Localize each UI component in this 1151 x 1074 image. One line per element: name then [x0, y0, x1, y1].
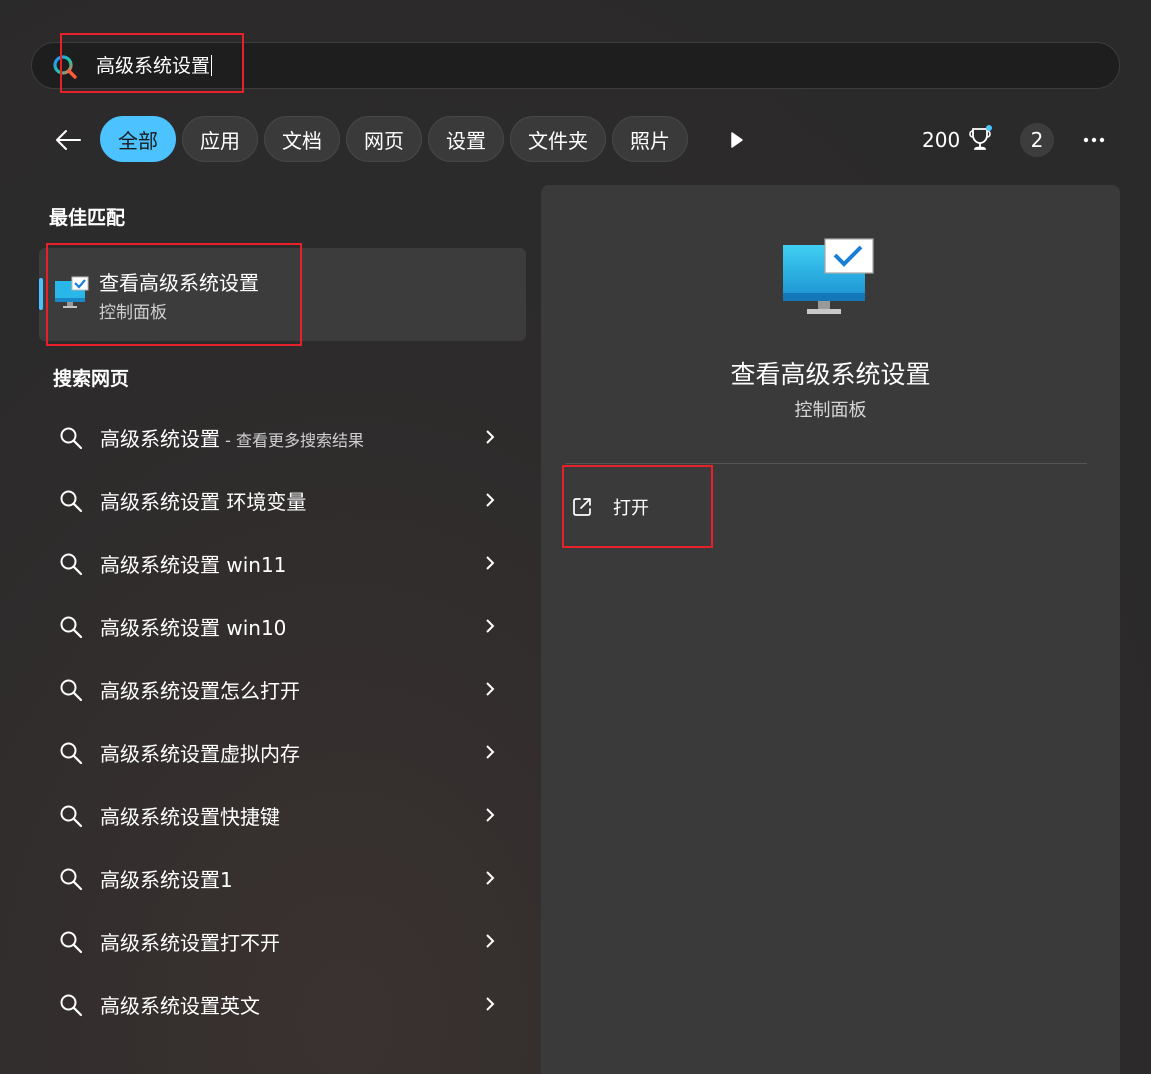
arrow-left-icon	[56, 130, 81, 150]
best-match-heading: 最佳匹配	[49, 207, 126, 229]
more-horizontal-icon	[1083, 137, 1105, 143]
web-result-label: 高级系统设置 环境变量	[100, 486, 306, 515]
notification-count-badge[interactable]: 2	[1020, 123, 1054, 157]
chip-apps[interactable]: 应用	[182, 116, 258, 162]
web-result-item[interactable]: 高级系统设置英文	[39, 973, 526, 1036]
filter-toolbar: 全部 应用 文档 网页 设置 文件夹 照片 200 2	[0, 116, 1151, 164]
web-result-query: 高级系统设置快捷键	[100, 805, 280, 829]
open-label: 打开	[613, 498, 649, 519]
search-icon	[60, 679, 83, 702]
web-result-item[interactable]: 高级系统设置怎么打开	[39, 658, 526, 721]
chip-settings[interactable]: 设置	[428, 116, 504, 162]
selection-indicator	[39, 278, 43, 310]
search-icon	[60, 742, 83, 765]
web-result-label: 高级系统设置 win10	[100, 612, 286, 641]
chevron-right-icon	[486, 556, 495, 570]
web-search-results: 高级系统设置 - 查看更多搜索结果 高级系统设置 环境变量 高级系统设置 win…	[39, 406, 526, 1036]
search-box[interactable]: 高级系统设置	[31, 42, 1120, 89]
web-result-query: 高级系统设置怎么打开	[100, 679, 300, 703]
web-result-query: 高级系统设置打不开	[100, 931, 280, 955]
trophy-icon[interactable]	[967, 124, 995, 154]
chevron-right-icon	[486, 934, 495, 948]
text-caret	[211, 55, 213, 76]
rewards-points: 200	[922, 128, 961, 152]
web-result-label: 高级系统设置怎么打开	[100, 675, 300, 704]
web-result-query: 高级系统设置1	[100, 868, 233, 892]
chevron-right-icon	[486, 745, 495, 759]
more-options-button[interactable]	[1076, 124, 1112, 156]
search-icon	[60, 868, 83, 891]
search-input[interactable]: 高级系统设置	[96, 54, 213, 78]
web-result-item[interactable]: 高级系统设置1	[39, 847, 526, 910]
search-icon	[52, 54, 78, 80]
search-query: 高级系统设置	[96, 55, 211, 77]
search-icon	[60, 994, 83, 1017]
chip-web[interactable]: 网页	[346, 116, 422, 162]
chevron-right-icon	[486, 430, 495, 444]
chevron-right-icon	[486, 808, 495, 822]
web-search-heading: 搜索网页	[53, 368, 130, 390]
chevron-right-icon	[486, 871, 495, 885]
web-result-label: 高级系统设置快捷键	[100, 801, 280, 830]
detail-title: 查看高级系统设置	[730, 360, 931, 389]
web-result-label: 高级系统设置 - 查看更多搜索结果	[100, 423, 364, 452]
best-match-subtitle: 控制面板	[99, 303, 167, 323]
chevron-right-icon	[486, 493, 495, 507]
monitor-checkmark-icon	[54, 276, 90, 310]
web-result-query: 高级系统设置 win11	[100, 553, 287, 577]
web-result-item[interactable]: 高级系统设置 win11	[39, 532, 526, 595]
web-result-query: 高级系统设置 环境变量	[100, 490, 307, 514]
filter-chips: 全部 应用 文档 网页 设置 文件夹 照片	[100, 116, 688, 162]
play-icon	[731, 132, 743, 148]
detail-panel: 查看高级系统设置 控制面板 打开	[541, 185, 1120, 1074]
search-icon	[60, 616, 83, 639]
web-result-label: 高级系统设置虚拟内存	[100, 738, 300, 767]
best-match-item[interactable]: 查看高级系统设置 控制面板	[39, 248, 526, 341]
search-icon	[60, 805, 83, 828]
web-result-query: 高级系统设置	[100, 427, 220, 451]
web-result-suffix: - 查看更多搜索结果	[220, 431, 364, 450]
web-result-item[interactable]: 高级系统设置 环境变量	[39, 469, 526, 532]
divider	[565, 463, 1087, 464]
search-icon	[60, 553, 83, 576]
web-result-query: 高级系统设置英文	[100, 994, 260, 1018]
web-result-item[interactable]: 高级系统设置 - 查看更多搜索结果	[39, 406, 526, 469]
back-button[interactable]	[48, 122, 88, 158]
chip-all[interactable]: 全部	[100, 116, 176, 162]
web-result-query: 高级系统设置 win10	[100, 616, 287, 640]
search-icon	[60, 427, 83, 450]
chip-photos[interactable]: 照片	[612, 116, 688, 162]
web-result-label: 高级系统设置 win11	[100, 549, 286, 578]
open-button[interactable]: 打开	[571, 485, 731, 529]
web-result-query: 高级系统设置虚拟内存	[100, 742, 300, 766]
web-result-item[interactable]: 高级系统设置 win10	[39, 595, 526, 658]
search-icon	[60, 490, 83, 513]
search-icon	[60, 931, 83, 954]
detail-subtitle: 控制面板	[794, 400, 867, 421]
web-result-label: 高级系统设置英文	[100, 990, 260, 1019]
chevron-right-icon	[486, 997, 495, 1011]
web-result-item[interactable]: 高级系统设置虚拟内存	[39, 721, 526, 784]
web-result-item[interactable]: 高级系统设置打不开	[39, 910, 526, 973]
web-result-item[interactable]: 高级系统设置快捷键	[39, 784, 526, 847]
monitor-checkmark-icon	[781, 237, 877, 321]
web-result-label: 高级系统设置打不开	[100, 927, 280, 956]
chip-folders[interactable]: 文件夹	[510, 116, 606, 162]
best-match-title: 查看高级系统设置	[99, 271, 259, 295]
chevron-right-icon	[486, 619, 495, 633]
chip-documents[interactable]: 文档	[264, 116, 340, 162]
web-result-label: 高级系统设置1	[100, 864, 233, 893]
open-external-icon	[573, 498, 591, 516]
chevron-right-icon	[486, 682, 495, 696]
more-filters-button[interactable]	[722, 126, 752, 154]
